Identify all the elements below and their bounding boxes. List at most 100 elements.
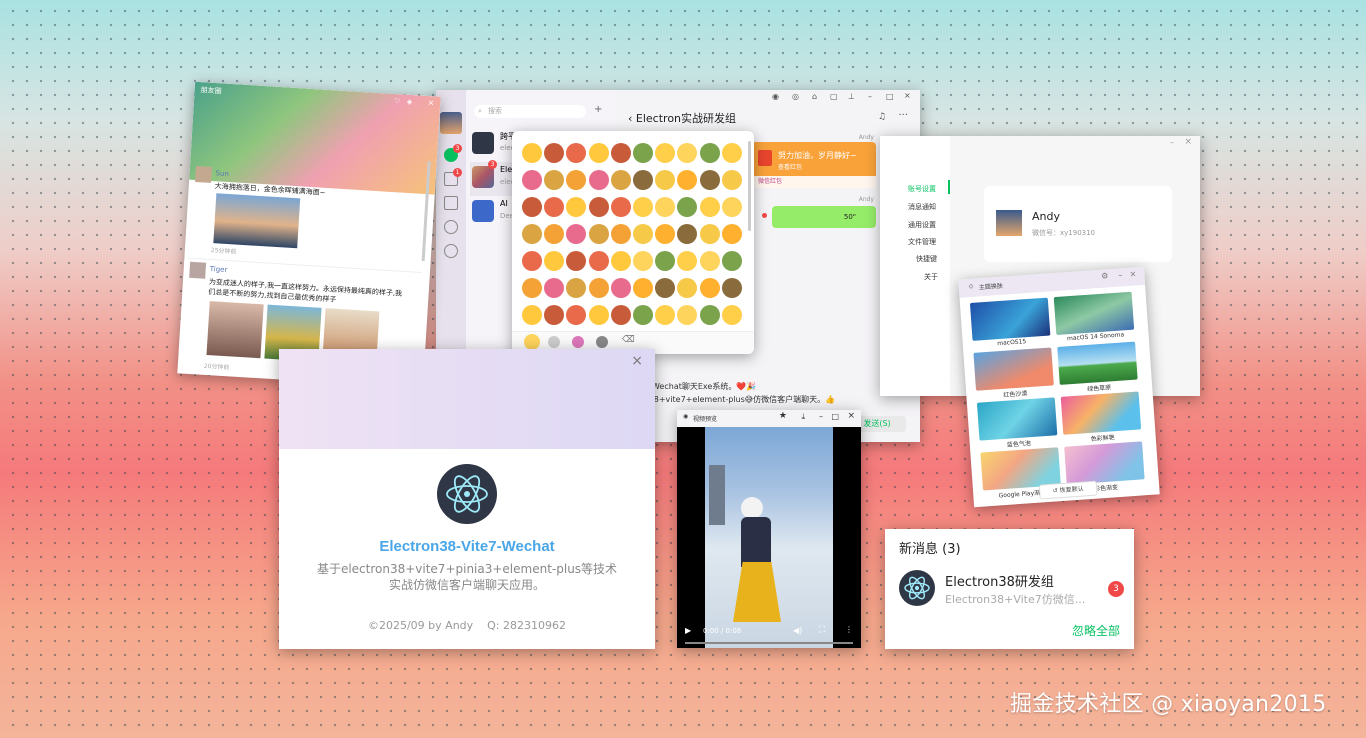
emoji-glyph-icon[interactable] [699,170,720,190]
emoji-glyph-icon[interactable] [544,305,565,325]
theme-blue-bubble[interactable] [976,397,1058,441]
close-icon[interactable]: × [904,91,911,100]
emoji-glyph-icon[interactable] [677,143,698,163]
post-image-girl[interactable] [206,301,264,359]
emoji-glyph-icon[interactable] [522,143,542,163]
close-icon[interactable]: × [1184,137,1192,147]
emoji-glyph-icon[interactable] [610,224,631,244]
red-packet-card[interactable]: 努力加油，岁月静好~ 查看红包 微信红包 [752,142,876,188]
emoji-glyph-icon[interactable] [544,170,565,190]
emoji-glyph-icon[interactable] [632,278,653,298]
emoji-glyph-icon[interactable] [699,143,720,163]
more-icon[interactable]: ··· [898,110,908,121]
theme-macos14[interactable] [1053,291,1135,336]
emoji-glyph-icon[interactable] [677,278,698,298]
emoji-glyph-icon[interactable] [544,143,565,163]
minimize-icon[interactable]: – [868,92,872,101]
emoji-glyph-icon[interactable] [610,251,631,271]
emoji-glyph-icon[interactable] [632,305,653,325]
emoji-glyph-icon[interactable] [721,170,742,190]
emoji-tab-delete-icon[interactable]: ⌫ [622,335,635,345]
emoji-glyph-icon[interactable] [566,251,587,271]
video-progress-bar[interactable] [685,642,853,644]
minimize-icon[interactable]: – [1170,138,1174,147]
emoji-glyph-icon[interactable] [588,170,609,190]
notify-group-name[interactable]: Electron38研发组 [945,571,1054,590]
minimize-icon[interactable]: – [1118,270,1123,279]
more-options-icon[interactable]: ⋮ [845,625,853,634]
emoji-glyph-icon[interactable] [655,224,676,244]
emoji-scrollbar[interactable] [748,141,751,231]
emoji-glyph-icon[interactable] [544,197,565,217]
emoji-glyph-icon[interactable] [588,143,609,163]
menu-item-general[interactable]: 通用设置 [908,220,936,230]
emoji-glyph-icon[interactable] [699,278,720,298]
star-icon[interactable]: ★ [779,411,787,421]
camera-icon[interactable]: ◈ [407,98,413,106]
shirt-icon[interactable]: ⌂ [812,92,817,101]
emoji-glyph-icon[interactable] [721,224,742,244]
emoji-glyph-icon[interactable] [588,224,609,244]
theme-green-grass[interactable] [1057,341,1138,385]
close-icon[interactable]: × [847,411,855,421]
emoji-tab-cat-icon[interactable] [548,336,560,348]
emoji-glyph-icon[interactable] [610,197,631,217]
close-icon[interactable]: × [1129,269,1136,278]
emoji-glyph-icon[interactable] [544,224,565,244]
top-pin-icon[interactable]: ⊥ [848,92,855,101]
emoji-glyph-icon[interactable] [655,197,676,217]
menu-item-about[interactable]: 关于 [924,272,938,282]
emoji-glyph-icon[interactable] [566,197,587,217]
emoji-glyph-icon[interactable] [699,305,720,325]
emoji-glyph-icon[interactable] [522,278,542,298]
post-image-sunset[interactable] [213,193,301,249]
menu-item-files[interactable]: 文件管理 [908,237,936,247]
emoji-glyph-icon[interactable] [566,143,587,163]
add-icon[interactable]: + [594,104,602,115]
close-icon[interactable]: × [631,353,643,369]
emoji-glyph-icon[interactable] [632,170,653,190]
record-icon[interactable]: ◎ [792,92,799,101]
menu-item-shortcuts[interactable]: 快捷键 [916,254,937,264]
emoji-glyph-icon[interactable] [655,305,676,325]
play-icon[interactable]: ▶ [685,626,691,635]
maximize-icon[interactable]: □ [886,92,894,101]
emoji-glyph-icon[interactable] [699,224,720,244]
emoji-glyph-icon[interactable] [544,251,565,271]
emoji-glyph-icon[interactable] [655,170,676,190]
emoji-glyph-icon[interactable] [632,197,653,217]
emoji-glyph-icon[interactable] [610,278,631,298]
emoji-glyph-icon[interactable] [677,305,698,325]
emoji-glyph-icon[interactable] [632,224,653,244]
emoji-tab-smile-icon[interactable] [524,334,540,350]
user-avatar[interactable] [440,112,462,134]
emoji-tab-object-icon[interactable] [596,336,608,348]
emoji-glyph-icon[interactable] [566,305,587,325]
emoji-glyph-icon[interactable] [588,305,609,325]
theme-colorful[interactable] [1064,441,1145,485]
pin-icon[interactable]: ◉ [772,92,779,101]
emoji-glyph-icon[interactable] [610,170,631,190]
menu-item-notify[interactable]: 消息通知 [908,202,936,212]
theme-vivid[interactable] [1060,391,1142,435]
emoji-glyph-icon[interactable] [522,197,542,217]
emoji-glyph-icon[interactable] [677,170,698,190]
play-icon[interactable] [444,244,458,258]
emoji-glyph-icon[interactable] [588,197,609,217]
heart-icon[interactable]: ♡ [394,97,401,105]
download-icon[interactable]: ⤓ [801,412,805,422]
close-icon[interactable]: × [427,98,434,107]
emoji-glyph-icon[interactable] [566,170,587,190]
emoji-glyph-icon[interactable] [699,197,720,217]
emoji-glyph-icon[interactable] [588,251,609,271]
menu-item-account[interactable]: 账号设置 [908,184,936,194]
theme-red-desert[interactable] [973,347,1054,391]
emoji-glyph-icon[interactable] [566,278,587,298]
bell-icon[interactable]: ♫ [878,112,886,122]
emoji-tab-person-icon[interactable] [572,336,584,348]
emoji-glyph-icon[interactable] [522,305,542,325]
emoji-glyph-icon[interactable] [632,143,653,163]
emoji-glyph-icon[interactable] [721,278,742,298]
emoji-glyph-icon[interactable] [721,143,742,163]
settings-gear-icon[interactable] [444,220,458,234]
